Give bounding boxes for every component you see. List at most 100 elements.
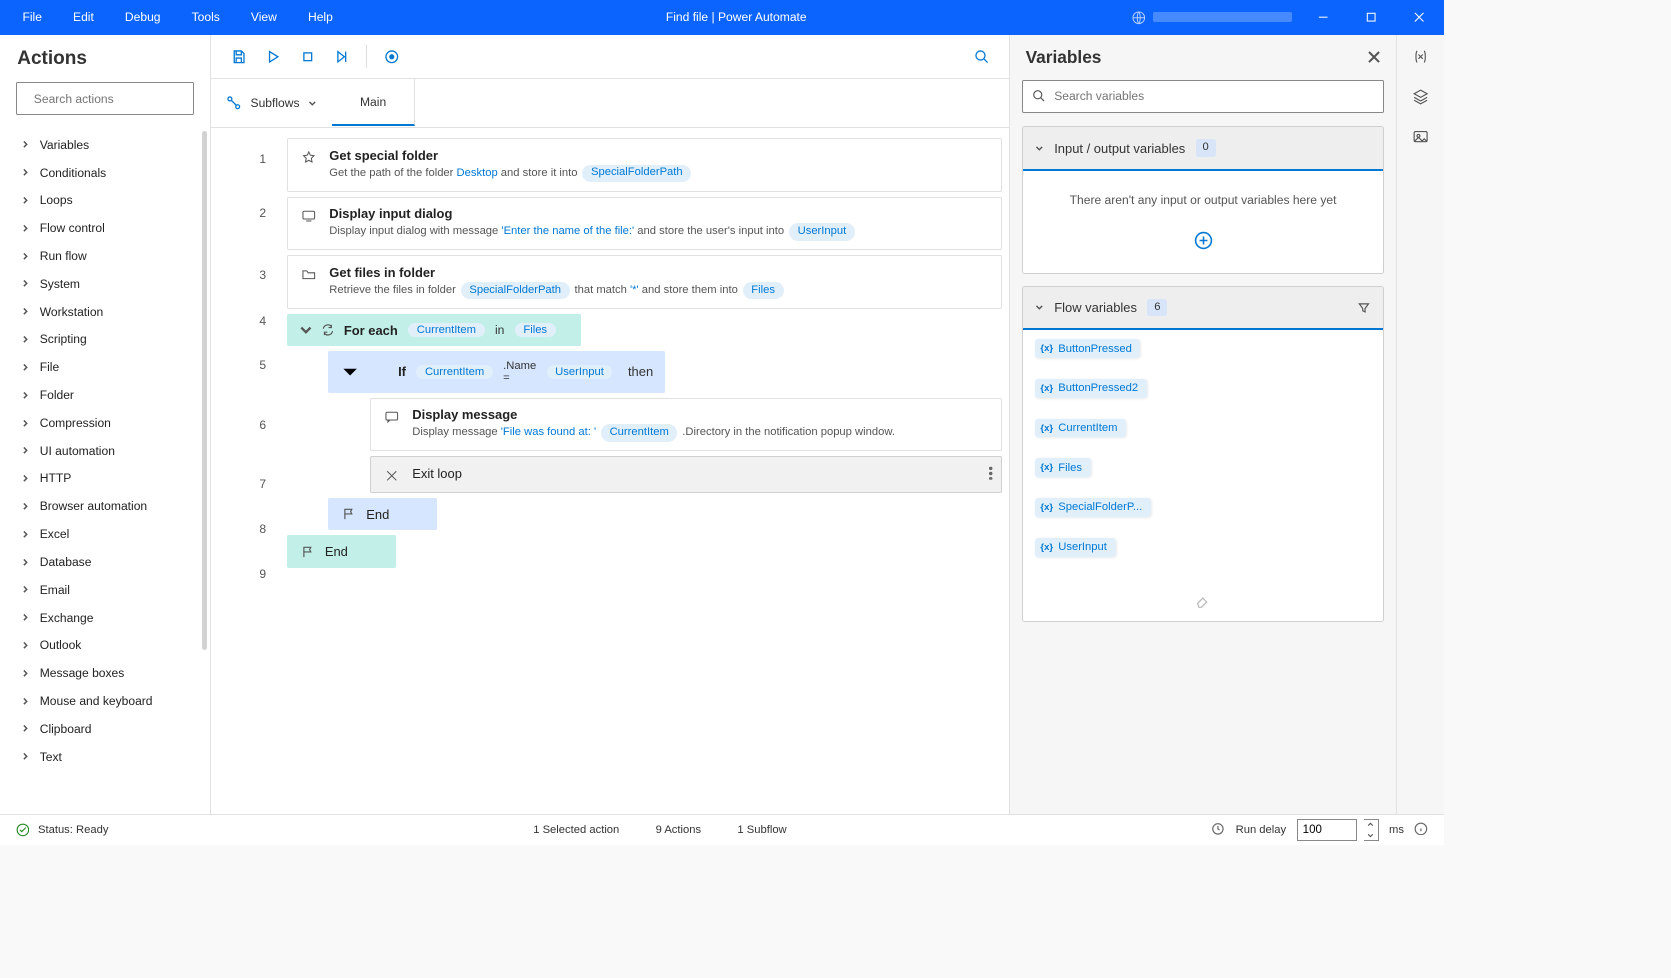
action-group-conditionals[interactable]: Conditionals xyxy=(0,159,210,187)
run-next-button[interactable] xyxy=(327,41,358,72)
menu-tools[interactable]: Tools xyxy=(176,3,235,33)
action-group-label: HTTP xyxy=(40,471,72,485)
action-group-file[interactable]: File xyxy=(0,353,210,381)
designer-toolbar xyxy=(211,35,1009,80)
message-icon xyxy=(383,407,400,441)
action-group-flow-control[interactable]: Flow control xyxy=(0,214,210,242)
step-foreach-header[interactable]: For each CurrentItem in Files xyxy=(287,314,581,346)
action-group-database[interactable]: Database xyxy=(0,548,210,576)
menu-view[interactable]: View xyxy=(235,3,292,33)
record-button[interactable] xyxy=(376,41,407,72)
variable-chip[interactable]: {x}ButtonPressed2 xyxy=(1035,379,1147,398)
step-display-message[interactable]: Display message Display message 'File wa… xyxy=(370,398,1002,451)
actions-search-input[interactable] xyxy=(34,92,190,106)
flow-search-button[interactable] xyxy=(966,41,997,72)
action-group-label: Email xyxy=(40,583,70,597)
action-group-browser-automation[interactable]: Browser automation xyxy=(0,492,210,520)
scrollbar[interactable] xyxy=(202,131,207,650)
action-group-message-boxes[interactable]: Message boxes xyxy=(0,659,210,687)
flow-variable[interactable]: {x}ButtonPressed xyxy=(1035,339,1371,370)
step-display-input-dialog[interactable]: Display input dialog Display input dialo… xyxy=(287,197,1002,250)
star-icon xyxy=(300,148,317,182)
action-group-folder[interactable]: Folder xyxy=(0,381,210,409)
subflows-dropdown[interactable]: Subflows xyxy=(211,79,333,126)
delay-up[interactable] xyxy=(1364,820,1378,830)
action-group-http[interactable]: HTTP xyxy=(0,465,210,493)
flow-variables-header[interactable]: Flow variables 6 xyxy=(1023,287,1383,330)
delay-down[interactable] xyxy=(1364,830,1378,840)
variable-chip[interactable]: {x}SpecialFolderP... xyxy=(1035,498,1151,517)
flow-variable[interactable]: {x}UserInput xyxy=(1035,538,1371,569)
flow-variable[interactable]: {x}Files xyxy=(1035,458,1371,489)
action-group-workstation[interactable]: Workstation xyxy=(0,298,210,326)
menu-help[interactable]: Help xyxy=(292,3,348,33)
action-group-loops[interactable]: Loops xyxy=(0,186,210,214)
variable-chip[interactable]: {x}Files xyxy=(1035,458,1090,477)
flow-variable[interactable]: {x}SpecialFolderP... xyxy=(1035,498,1371,529)
rail-layers-icon[interactable] xyxy=(1412,88,1429,105)
filter-button[interactable] xyxy=(1357,301,1371,315)
action-group-text[interactable]: Text xyxy=(0,743,210,771)
actions-tree[interactable]: VariablesConditionals Loops Flow controlRu… xyxy=(0,131,210,814)
menu-debug[interactable]: Debug xyxy=(109,3,176,33)
flow-canvas[interactable]: Get special folder Get the path of the f… xyxy=(287,128,1009,814)
variable-chip[interactable]: {x}ButtonPressed xyxy=(1035,339,1140,358)
action-group-label: Loops xyxy=(40,193,73,207)
variable-chip[interactable]: {x}CurrentItem xyxy=(1035,419,1126,438)
rail-variables-icon[interactable] xyxy=(1412,48,1429,65)
step-more-menu[interactable] xyxy=(989,466,992,483)
action-group-email[interactable]: Email xyxy=(0,576,210,604)
io-variables-section: Input / output variables 0 There aren't … xyxy=(1022,126,1384,274)
actions-search[interactable] xyxy=(16,82,195,115)
save-button[interactable] xyxy=(223,41,254,72)
stop-button[interactable] xyxy=(292,41,323,72)
step-get-files-in-folder[interactable]: Get files in folder Retrieve the files i… xyxy=(287,255,1002,308)
environment-indicator[interactable] xyxy=(1124,10,1299,26)
action-group-run-flow[interactable]: Run flow xyxy=(0,242,210,270)
action-group-compression[interactable]: Compression xyxy=(0,409,210,437)
chevron-right-icon xyxy=(21,446,30,455)
variables-close-button[interactable] xyxy=(1368,51,1380,63)
maximize-button[interactable] xyxy=(1347,0,1395,35)
run-delay-input[interactable] xyxy=(1297,819,1357,841)
step-foreach-end[interactable]: End xyxy=(287,535,396,567)
step-if-end[interactable]: End xyxy=(328,498,437,530)
step-get-special-folder[interactable]: Get special folder Get the path of the f… xyxy=(287,138,1002,191)
menu-file[interactable]: File xyxy=(7,3,58,33)
chevron-down-icon[interactable] xyxy=(340,362,360,382)
action-group-ui-automation[interactable]: UI automation xyxy=(0,437,210,465)
add-io-variable-button[interactable] xyxy=(1023,216,1383,273)
subflows-icon xyxy=(226,95,242,111)
action-group-outlook[interactable]: Outlook xyxy=(0,631,210,659)
flag-icon xyxy=(301,545,315,559)
flow-variable[interactable]: {x}CurrentItem xyxy=(1035,419,1371,450)
step-keyword: If xyxy=(398,364,406,379)
rail-images-icon[interactable] xyxy=(1412,128,1429,145)
step-if-header[interactable]: If CurrentItem .Name = UserInput then xyxy=(328,351,665,392)
actions-pane: Actions VariablesConditionalsLoopsFlow c… xyxy=(0,35,211,814)
action-group-variables[interactable]: Variables xyxy=(0,131,210,159)
menu-edit[interactable]: Edit xyxy=(57,3,109,33)
action-group-system[interactable]: System xyxy=(0,270,210,298)
variables-search-input[interactable] xyxy=(1054,89,1374,103)
minimize-button[interactable] xyxy=(1299,0,1347,35)
step-exit-loop[interactable]: Exit loop xyxy=(370,456,1002,493)
action-group-excel[interactable]: Excel xyxy=(0,520,210,548)
variable-chip[interactable]: {x}UserInput xyxy=(1035,538,1115,557)
step-title: Get special folder xyxy=(329,148,693,163)
action-group-clipboard[interactable]: Clipboard xyxy=(0,715,210,743)
variables-search[interactable] xyxy=(1022,80,1384,113)
close-button[interactable] xyxy=(1395,0,1443,35)
action-group-mouse-and-keyboard[interactable]: Mouse and keyboard xyxy=(0,687,210,715)
flow-variable[interactable]: {x}ButtonPressed2 xyxy=(1035,379,1371,410)
action-group-scripting[interactable]: Scripting xyxy=(0,326,210,354)
clear-variables-button[interactable] xyxy=(1023,586,1383,621)
info-icon[interactable] xyxy=(1414,822,1428,839)
tab-main[interactable]: Main xyxy=(332,79,414,126)
chevron-down-icon[interactable] xyxy=(299,323,313,337)
run-button[interactable] xyxy=(257,41,288,72)
run-delay-label: Run delay xyxy=(1236,824,1287,836)
run-delay-control[interactable] xyxy=(1297,819,1379,841)
action-group-exchange[interactable]: Exchange xyxy=(0,604,210,632)
io-variables-header[interactable]: Input / output variables 0 xyxy=(1023,127,1383,170)
